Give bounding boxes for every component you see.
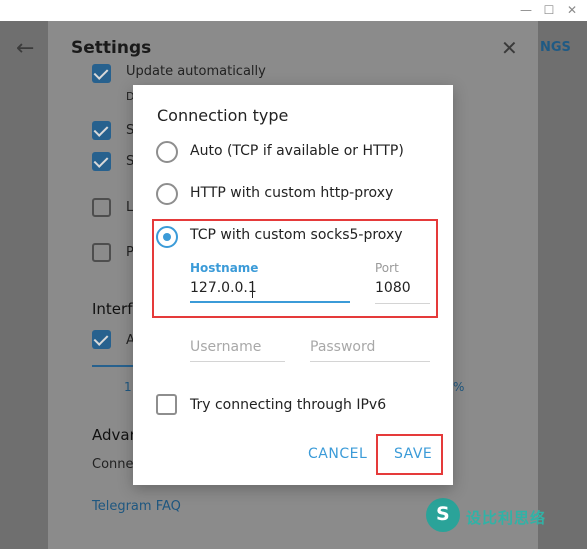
bg-checkbox-5[interactable] (92, 243, 111, 262)
bg-label-update: Update automatically (126, 64, 266, 79)
bg-scale-left: 1 (124, 380, 132, 394)
watermark-logo (426, 498, 460, 532)
radio-socks5[interactable] (156, 226, 178, 248)
option-http-label[interactable]: HTTP with custom http-proxy (190, 185, 393, 201)
close-window-icon[interactable]: ✕ (563, 1, 581, 19)
maximize-icon[interactable]: ☐ (540, 1, 558, 19)
minimize-icon[interactable]: — (517, 1, 535, 19)
window-titlebar (0, 0, 587, 21)
bg-scale-right: % (453, 380, 465, 394)
bg-scale-slider[interactable] (92, 365, 133, 367)
bg-checkbox-6[interactable] (92, 330, 111, 349)
bg-connection-text[interactable]: Conne (92, 457, 134, 472)
username-input[interactable]: Username (190, 339, 261, 355)
cancel-button[interactable]: CANCEL (308, 446, 367, 462)
radio-http[interactable] (156, 183, 178, 205)
username-underline (190, 361, 285, 362)
ipv6-label[interactable]: Try connecting through IPv6 (190, 397, 386, 413)
bg-checkbox-update[interactable] (92, 64, 111, 83)
back-arrow-icon[interactable]: ← (16, 36, 34, 61)
password-underline (310, 361, 430, 362)
telegram-faq-link[interactable]: Telegram FAQ (92, 499, 181, 514)
port-underline (375, 303, 430, 304)
hostname-label: Hostname (190, 261, 259, 275)
port-input[interactable]: 1080 (375, 280, 411, 296)
ipv6-checkbox[interactable] (156, 394, 177, 415)
text-caret (252, 281, 253, 298)
option-auto-label[interactable]: Auto (TCP if available or HTTP) (190, 143, 404, 159)
bg-checkbox-3[interactable] (92, 152, 111, 171)
password-input[interactable]: Password (310, 339, 375, 355)
save-button[interactable]: SAVE (394, 446, 432, 462)
settings-title: Settings (71, 38, 152, 58)
hostname-input[interactable]: 127.0.0.1 (190, 280, 257, 296)
dialog-title: Connection type (157, 106, 289, 125)
radio-auto[interactable] (156, 141, 178, 163)
port-label: Port (375, 261, 399, 275)
option-socks5-label[interactable]: TCP with custom socks5-proxy (190, 227, 403, 243)
watermark-text: 设比利思络 (466, 509, 547, 527)
background-right-label: NGS (540, 40, 571, 55)
bg-checkbox-4[interactable] (92, 198, 111, 217)
hostname-underline (190, 301, 350, 303)
bg-checkbox-2[interactable] (92, 121, 111, 140)
bg-interface-heading: Interf (92, 300, 133, 318)
settings-close-icon[interactable]: ✕ (501, 36, 518, 60)
